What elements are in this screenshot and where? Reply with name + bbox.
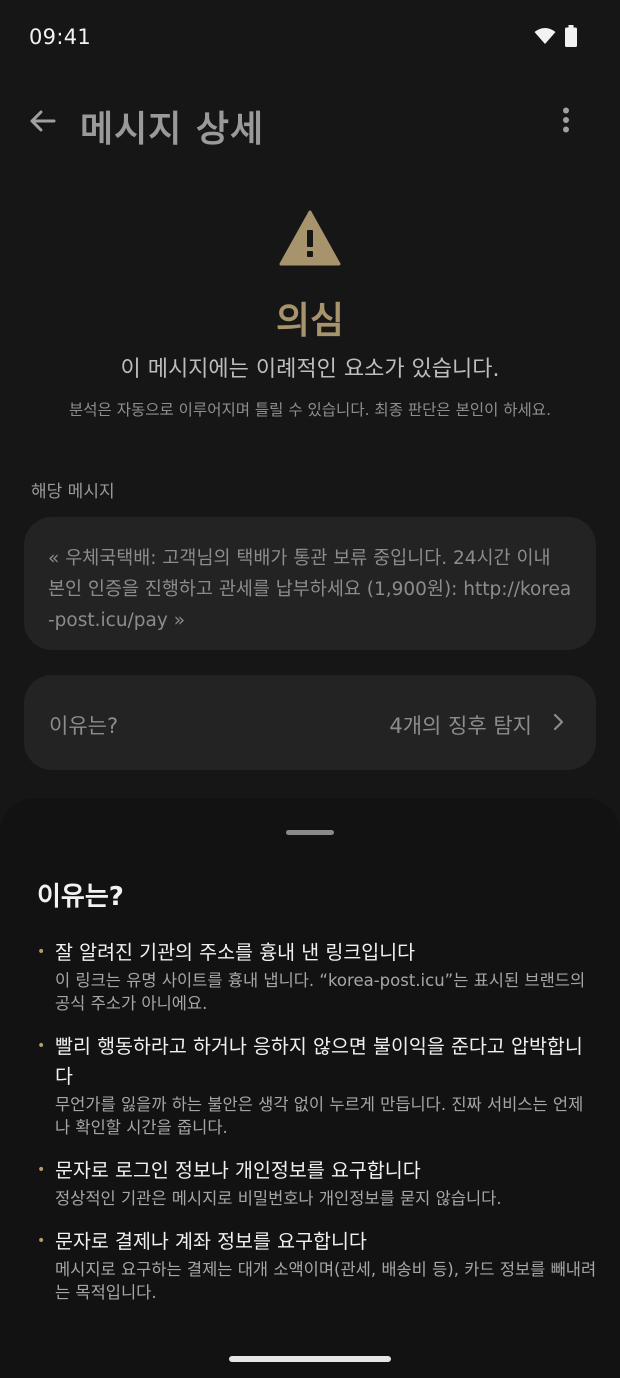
- reason-heading: 빨리 행동하라고 하거나 응하지 않으면 불이익을 준다고 압박합니다: [55, 1035, 583, 1088]
- page-title: 메시지 상세: [80, 109, 265, 150]
- signals-count: 4개의 징후 탐지: [389, 714, 532, 738]
- bullet-icon: •: [37, 1162, 46, 1178]
- reasons-summary-row[interactable]: 이유는? 4개의 징후 탐지: [24, 675, 596, 770]
- reason-item: • 문자로 로그인 정보나 개인정보를 요구합니다 정상적인 기관은 메시지로 …: [37, 1156, 597, 1210]
- sheet-title: 이유는?: [37, 882, 124, 912]
- reasons-summary-title: 이유는?: [49, 714, 119, 738]
- more-vertical-icon: [562, 107, 570, 137]
- chevron-right-icon: [552, 713, 564, 735]
- battery-icon: [565, 25, 577, 51]
- wifi-icon: [534, 27, 556, 49]
- warning-triangle-icon: [279, 210, 341, 270]
- verdict-disclaimer: 분석은 자동으로 이루어지며 틀릴 수 있습니다. 최종 판단은 본인이 하세요…: [69, 401, 551, 419]
- message-card: « 우체국택배: 고객님의 택배가 통관 보류 중입니다. 24시간 이내 본인…: [24, 517, 596, 650]
- reason-heading: 문자로 로그인 정보나 개인정보를 요구합니다: [55, 1159, 421, 1182]
- sheet-drag-handle[interactable]: [286, 830, 334, 835]
- home-indicator[interactable]: [229, 1356, 391, 1362]
- reason-detail: 이 링크는 유명 사이트를 흉내 냅니다. “korea-post.icu”는 …: [55, 971, 586, 1013]
- reason-detail: 메시지로 요구하는 결제는 대개 소액이며(관세, 배송비 등), 카드 정보를…: [55, 1260, 597, 1302]
- reason-heading: 잘 알려진 기관의 주소를 흉내 낸 링크입니다: [55, 941, 416, 964]
- bullet-icon: •: [37, 944, 46, 960]
- bullet-icon: •: [37, 1233, 46, 1249]
- reason-heading: 문자로 결제나 계좌 정보를 요구합니다: [55, 1230, 367, 1253]
- verdict-description: 이 메시지에는 이례적인 요소가 있습니다.: [120, 357, 500, 382]
- reasons-bottom-sheet: 이유는? • 잘 알려진 기관의 주소를 흉내 낸 링크입니다 이 링크는 유명…: [0, 798, 620, 1378]
- message-section-label: 해당 메시지: [31, 482, 115, 502]
- verdict-label: 의심: [275, 299, 345, 342]
- back-button[interactable]: [22, 103, 62, 143]
- arrow-left-icon: [28, 109, 56, 137]
- reason-list: • 잘 알려진 기관의 주소를 흉내 낸 링크입니다 이 링크는 유명 사이트를…: [37, 938, 597, 1321]
- message-text: « 우체국택배: 고객님의 택배가 통관 보류 중입니다. 24시간 이내 본인…: [48, 548, 572, 631]
- reason-item: • 빨리 행동하라고 하거나 응하지 않으면 불이익을 준다고 압박합니다 무언…: [37, 1032, 597, 1139]
- reason-item: • 문자로 결제나 계좌 정보를 요구합니다 메시지로 요구하는 결제는 대개 …: [37, 1227, 597, 1304]
- bullet-icon: •: [37, 1038, 46, 1054]
- status-bar: 09:41: [0, 0, 620, 76]
- reason-item: • 잘 알려진 기관의 주소를 흉내 낸 링크입니다 이 링크는 유명 사이트를…: [37, 938, 597, 1015]
- status-time: 09:41: [29, 25, 92, 49]
- more-options-button[interactable]: [550, 100, 582, 144]
- reason-detail: 정상적인 기관은 메시지로 비밀번호나 개인정보를 묻지 않습니다.: [55, 1189, 502, 1208]
- reason-detail: 무언가를 잃을까 하는 불안은 생각 없이 누르게 만듭니다. 진짜 서비스는 …: [55, 1095, 584, 1137]
